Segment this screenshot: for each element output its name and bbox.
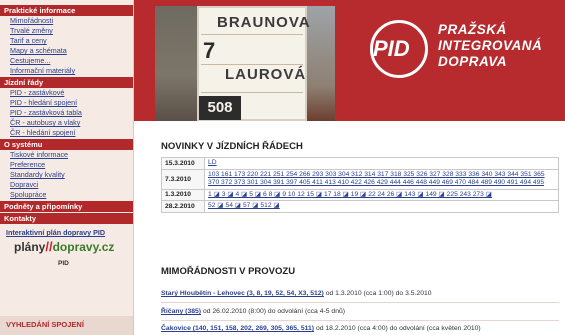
- plany-logo-sub: PID: [58, 260, 69, 267]
- pid-logo-line: INTEGROVANÁ: [438, 38, 543, 53]
- sidebar-link-press[interactable]: Tiskové informace: [0, 150, 133, 160]
- news-lines[interactable]: 103 161 173 220 221 251 254 266 293 303 …: [204, 168, 559, 190]
- news-table: 15.3.2010 LD 7.3.2010 103 161 173 220 22…: [161, 157, 559, 213]
- disruption-link[interactable]: Čakovice (140, 151, 158, 202, 269, 305, …: [161, 325, 314, 332]
- sidebar-link-cr-search[interactable]: ČR - hledání spojení: [0, 128, 133, 138]
- bus-stop-sign-photo: BRAUNOVA 7 LAUROVÁ 508: [155, 6, 335, 121]
- sidebar-link-cooperation[interactable]: Spolupráce: [0, 190, 133, 200]
- pid-logo[interactable]: PID PRAŽSKÁ INTEGROVANÁ DOPRAVA: [362, 14, 562, 84]
- list-item: Starý Hloubětín - Lehovec (3, 8, 19, 52,…: [161, 290, 432, 297]
- pid-logo-line: DOPRAVA: [438, 54, 508, 69]
- pid-logo-line: PRAŽSKÁ: [438, 22, 507, 37]
- news-lines[interactable]: 52 ◪ 54 ◪ 57 ◪ 512 ◪: [204, 200, 559, 213]
- disruption-link[interactable]: Říčany (385): [161, 308, 201, 315]
- sidebar-section-practical[interactable]: Praktické informace: [0, 4, 133, 16]
- sidebar-section-timetables[interactable]: Jízdní řády: [0, 76, 133, 88]
- disruption-period: od 26.02.2010 (8:00) do odvolání (cca 4-…: [202, 308, 346, 315]
- divider: [161, 320, 559, 321]
- sidebar-link-permanent-changes[interactable]: Trvalé změny: [0, 26, 133, 36]
- sign-divider: [201, 64, 303, 65]
- sidebar-link-preferences[interactable]: Preference: [0, 160, 133, 170]
- disruption-link[interactable]: Starý Hloubětín - Lehovec (3, 8, 19, 52,…: [161, 290, 324, 297]
- table-row: 28.2.2010 52 ◪ 54 ◪ 57 ◪ 512 ◪: [161, 200, 559, 213]
- sidebar-link-pid-stops[interactable]: PID - zastávkové: [0, 88, 133, 98]
- list-item: Čakovice (140, 151, 158, 202, 269, 305, …: [161, 325, 481, 332]
- sidebar-link-quality[interactable]: Standardy kvality: [0, 170, 133, 180]
- sidebar-link-info-materials[interactable]: Informační materiály: [0, 66, 133, 76]
- news-date: 15.3.2010: [161, 157, 205, 170]
- news-date: 7.3.2010: [161, 168, 205, 190]
- sign-next-stop: LAUROVÁ: [225, 66, 307, 83]
- table-row: 1.3.2010 1 ◪ 3 ◪ 4 ◪ 5 ◪ 6 8 ◪ 9 10 12 1…: [161, 188, 559, 201]
- sidebar-link-maps[interactable]: Mapy a schémata: [0, 46, 133, 56]
- sidebar-link-carriers[interactable]: Dopravci: [0, 180, 133, 190]
- plany-logo-left: plány: [14, 240, 46, 254]
- news-lines[interactable]: LD: [204, 157, 559, 170]
- sign-stop-name: BRAUNOVA: [217, 14, 311, 31]
- disruptions-title: MIMOŘÁDNOSTI V PROVOZU: [161, 266, 296, 277]
- header-banner: BRAUNOVA 7 LAUROVÁ 508 PID PRAŽSKÁ INTEG…: [134, 0, 565, 121]
- table-row: 15.3.2010 LD: [161, 157, 559, 170]
- search-connection-title: VYHLEDÁNÍ SPOJENÍ: [6, 320, 84, 329]
- divider: [161, 302, 559, 303]
- sign-divider: [201, 34, 303, 35]
- stop-sign: BRAUNOVA 7 LAUROVÁ 508: [197, 6, 310, 121]
- sidebar-link-pid-boards[interactable]: PID - zastávková tabla: [0, 108, 133, 118]
- news-title: NOVINKY V JÍZDNÍCH ŘÁDECH: [161, 141, 303, 152]
- sidebar-section-about[interactable]: O systému: [0, 138, 133, 150]
- plany-dopravy-logo[interactable]: plány//dopravy.cz PID: [0, 238, 133, 267]
- sidebar-section-contacts[interactable]: Kontakty: [0, 212, 133, 224]
- interactive-plan-link[interactable]: Interaktivní plán dopravy PID: [0, 227, 133, 238]
- table-row: 7.3.2010 103 161 173 220 221 251 254 266…: [161, 168, 559, 190]
- sidebar-section-feedback[interactable]: Podněty a připomínky: [0, 200, 133, 212]
- sidebar-link-cr-buses-trains[interactable]: ČR - autobusy a vlaky: [0, 118, 133, 128]
- sidebar-link-travel[interactable]: Cestujeme...: [0, 56, 133, 66]
- sign-line-number: 7: [203, 38, 216, 63]
- sidebar-link-pid-search[interactable]: PID - hledání spojení: [0, 98, 133, 108]
- news-date: 1.3.2010: [161, 188, 205, 201]
- plany-logo-right: dopravy.cz: [52, 240, 115, 254]
- pid-logo-text: PRAŽSKÁ INTEGROVANÁ DOPRAVA: [438, 22, 542, 70]
- main-content: NOVINKY V JÍZDNÍCH ŘÁDECH 15.3.2010 LD 7…: [134, 121, 565, 335]
- pid-logo-mark: PID: [373, 36, 410, 61]
- news-lines[interactable]: 1 ◪ 3 ◪ 4 ◪ 5 ◪ 6 8 ◪ 9 10 12 15 ◪ 17 18…: [204, 188, 559, 201]
- sign-divider: [201, 92, 303, 93]
- sidebar-link-tariff[interactable]: Tarif a ceny: [0, 36, 133, 46]
- sign-bus-line: 508: [199, 96, 241, 120]
- sidebar: Praktické informace Mimořádnosti Trvalé …: [0, 0, 134, 335]
- sidebar-link-disruptions[interactable]: Mimořádnosti: [0, 16, 133, 26]
- list-item: Říčany (385) od 26.02.2010 (8:00) do odv…: [161, 308, 345, 315]
- disruption-period: od 18.2.2010 (cca 4:00) do odvolání (cca…: [315, 325, 481, 332]
- search-connection-box[interactable]: VYHLEDÁNÍ SPOJENÍ: [0, 316, 133, 335]
- disruption-period: od 1.3.2010 (cca 1:00) do 3.5.2010: [325, 290, 432, 297]
- news-date: 28.2.2010: [161, 200, 205, 213]
- plany-logo-slash: //: [45, 239, 53, 254]
